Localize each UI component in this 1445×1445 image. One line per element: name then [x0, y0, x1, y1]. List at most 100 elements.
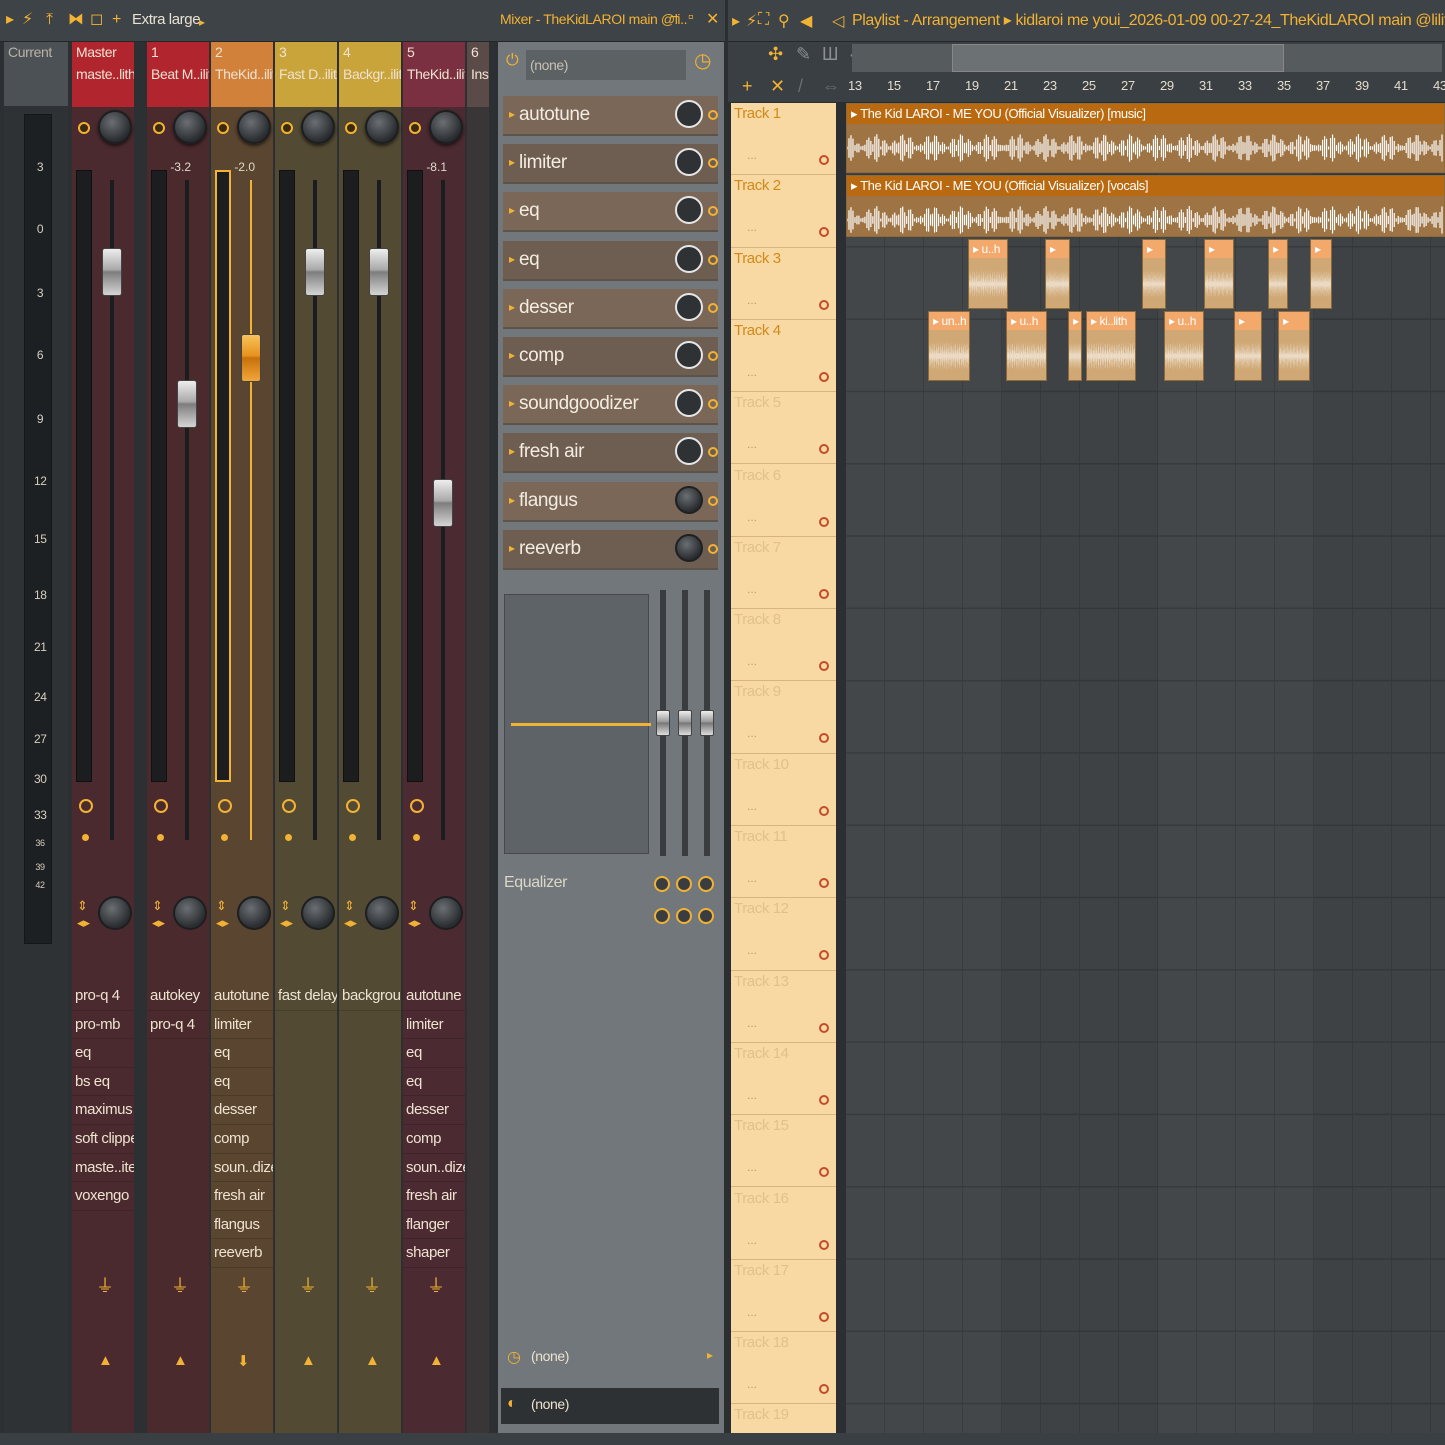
- timeline-ruler[interactable]: 13 15 17 19 21 23 25 27 29 31 33 35 37 39 41 43: [848, 76, 1445, 98]
- slot-enable-led[interactable]: [708, 110, 718, 120]
- track-mute-led[interactable]: [819, 227, 829, 238]
- slot-enable-led[interactable]: [708, 254, 718, 265]
- track-options-icon[interactable]: ...: [747, 1088, 757, 1102]
- draw-icon[interactable]: /: [798, 76, 803, 97]
- strip-enable-led[interactable]: [217, 122, 229, 134]
- swap-arrows-icon[interactable]: ⇕ ◂▸: [152, 897, 165, 931]
- audio-clip[interactable]: ▸: [1310, 239, 1332, 309]
- strip-fx-item[interactable]: flanger: [403, 1211, 465, 1240]
- strip-fx-item[interactable]: pro-q 4: [147, 1011, 209, 1040]
- strip-fx-item[interactable]: desser: [211, 1096, 273, 1125]
- fullscreen-icon[interactable]: ⛶: [758, 11, 769, 29]
- track-mute-led[interactable]: [819, 516, 829, 527]
- strip-fx-item[interactable]: autotune: [403, 982, 465, 1011]
- strip-fx-item[interactable]: soun..dizer: [211, 1154, 273, 1183]
- route-icon[interactable]: ⏚: [235, 1272, 253, 1298]
- track-options-icon[interactable]: ...: [747, 871, 757, 885]
- fx-slot-3[interactable]: ▸ eq: [503, 192, 718, 233]
- fx-slot-name[interactable]: flangus: [519, 490, 578, 512]
- audio-clip[interactable]: ▸ un..h: [928, 311, 970, 381]
- slot-enable-led[interactable]: [708, 206, 718, 217]
- send-arrow-icon[interactable]: ▲: [301, 1352, 316, 1369]
- send-select[interactable]: ◷ (none) ▸: [501, 1340, 719, 1374]
- track-mute-led[interactable]: [819, 878, 829, 888]
- strip-enable-led[interactable]: [78, 122, 90, 134]
- track-mute-led[interactable]: [819, 1239, 829, 1250]
- wand-icon[interactable]: ⚡: [22, 12, 33, 28]
- strip-fx-item[interactable]: eq: [403, 1039, 465, 1068]
- strip-fx-item[interactable]: limiter: [211, 1011, 273, 1040]
- strip-fx-item[interactable]: bs eq: [72, 1068, 134, 1097]
- volume-fader[interactable]: [369, 248, 389, 297]
- mix-knob[interactable]: [675, 389, 703, 418]
- playlist-overview[interactable]: [852, 44, 1442, 72]
- track-mute-led[interactable]: [819, 1311, 829, 1322]
- strip-fx-item[interactable]: soft clipper: [72, 1125, 134, 1154]
- brush-icon[interactable]: ✎: [796, 44, 811, 65]
- stereo-knob[interactable]: [301, 896, 335, 930]
- stereo-knob[interactable]: [173, 896, 207, 930]
- track-mute-led[interactable]: [819, 1094, 829, 1105]
- slot-enable-led[interactable]: [708, 447, 718, 458]
- eq-fader-cap[interactable]: [700, 710, 714, 736]
- send-arrow-icon[interactable]: ⬇: [237, 1352, 250, 1370]
- track-options-icon[interactable]: ...: [747, 1160, 757, 1174]
- fx-slot-9[interactable]: ▸ flangus: [503, 481, 718, 522]
- clock-icon[interactable]: ◷: [694, 48, 711, 73]
- fx-slot-name[interactable]: desser: [519, 297, 574, 319]
- fx-slot-5[interactable]: ▸ desser: [503, 288, 718, 329]
- track-options-icon[interactable]: ...: [747, 1305, 757, 1319]
- slot-arrow-icon[interactable]: ▸: [509, 155, 515, 169]
- audio-clip[interactable]: ▸: [1045, 239, 1070, 309]
- clock-icon[interactable]: [218, 799, 232, 813]
- audio-clip[interactable]: ▸ u..h: [968, 239, 1008, 309]
- route-dot[interactable]: [157, 834, 164, 841]
- slot-enable-led[interactable]: [708, 351, 718, 361]
- fx-slot-name[interactable]: comp: [519, 345, 564, 367]
- strip-fx-item[interactable]: maste..iter: [72, 1154, 134, 1183]
- mix-knob[interactable]: [675, 100, 703, 128]
- audio-clip[interactable]: ▸: [1204, 239, 1234, 309]
- clock-icon[interactable]: [346, 799, 360, 813]
- strip-enable-led[interactable]: [281, 122, 293, 134]
- audio-clip[interactable]: ▸ The Kid LAROI - ME YOU (Official Visua…: [846, 103, 1445, 173]
- slot-enable-led[interactable]: [708, 543, 718, 554]
- volume-fader[interactable]: [433, 479, 453, 528]
- mixer-strip-2[interactable]: 2TheKid..ilith-2.0⇕◂▸autotunelimitereqeq…: [211, 42, 273, 1434]
- mix-knob[interactable]: [675, 341, 703, 369]
- eq-bw-knob[interactable]: [654, 908, 670, 924]
- strip-fx-item[interactable]: comp: [403, 1125, 465, 1154]
- clock-icon[interactable]: [410, 799, 424, 813]
- track-header-7[interactable]: Track 7...: [731, 537, 836, 610]
- track-header-17[interactable]: Track 17...: [731, 1260, 836, 1333]
- track-options-icon[interactable]: ...: [747, 365, 757, 379]
- audio-clip[interactable]: ▸: [1142, 239, 1166, 309]
- strip-fx-item[interactable]: fresh air: [211, 1182, 273, 1211]
- mix-knob[interactable]: [675, 244, 703, 273]
- layout-icon[interactable]: ⧓: [68, 12, 84, 28]
- clock-icon[interactable]: [282, 799, 296, 813]
- send-arrow-icon[interactable]: ▲: [173, 1352, 188, 1369]
- minimize-icon[interactable]: −: [670, 9, 679, 27]
- mix-knob[interactable]: [675, 148, 703, 177]
- mixer-strip-5[interactable]: 5TheKid..ilith-8.1⇕◂▸autotunelimitereqeq…: [403, 42, 465, 1434]
- strip-fx-item[interactable]: eq: [403, 1068, 465, 1097]
- track-mute-led[interactable]: [819, 588, 829, 599]
- stereo-knob[interactable]: [237, 896, 271, 930]
- eq-fader-cap[interactable]: [656, 710, 670, 736]
- slot-arrow-icon[interactable]: ▸: [509, 396, 515, 410]
- route-dot[interactable]: [221, 834, 228, 841]
- zoom-icon[interactable]: ⚲: [778, 11, 790, 31]
- track-header-6[interactable]: Track 6...: [731, 465, 836, 537]
- fx-slot-4[interactable]: ▸ eq: [503, 240, 718, 281]
- output-select[interactable]: ◐ (none): [501, 1388, 719, 1424]
- track-mute-led[interactable]: [819, 1384, 829, 1395]
- add-icon[interactable]: +: [112, 12, 121, 28]
- strip-fx-item[interactable]: pro-mb: [72, 1011, 134, 1040]
- slot-enable-led[interactable]: [708, 302, 718, 313]
- strip-enable-led[interactable]: [153, 122, 165, 134]
- pin-icon[interactable]: ⤒: [46, 12, 53, 28]
- audio-clip[interactable]: ▸ ki..lith: [1086, 311, 1136, 381]
- swap-arrows-icon[interactable]: ⇕ ◂▸: [216, 897, 229, 931]
- track-options-icon[interactable]: ...: [747, 799, 757, 813]
